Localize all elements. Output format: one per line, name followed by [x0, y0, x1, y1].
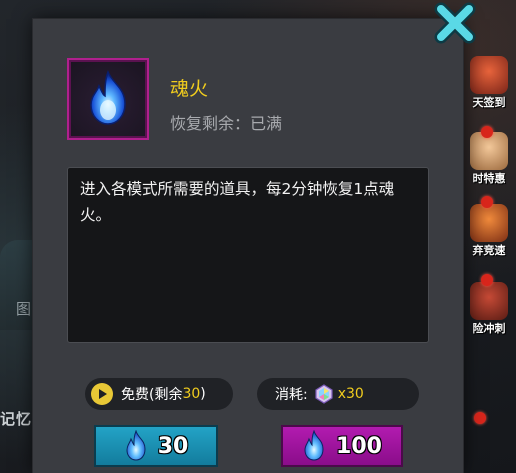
notification-dot — [474, 412, 486, 424]
background-memory-label: 记忆 — [0, 410, 33, 428]
cost-info: 消耗: x30 — [257, 378, 419, 410]
paid-button-value: 100 — [336, 433, 382, 459]
close-x-icon — [434, 2, 476, 44]
notification-dot — [481, 196, 493, 208]
rainbow-gem-icon — [315, 384, 333, 404]
play-video-icon — [91, 383, 113, 405]
side-menu-race[interactable]: 弃竞速 — [462, 204, 516, 258]
blue-flame-icon — [304, 430, 324, 461]
recover-label: 恢复剩余： — [170, 114, 251, 133]
free-button-value: 30 — [157, 433, 189, 459]
side-menu-timed-offer[interactable]: 时特惠 — [462, 132, 516, 186]
calendar-gift-icon — [470, 56, 508, 94]
notification-dot — [481, 274, 493, 286]
side-menu-checkin[interactable]: 天签到 — [462, 56, 516, 110]
recover-status: 恢复剩余：已满 — [170, 110, 282, 134]
character-portrait-icon — [470, 132, 508, 170]
cost-amount: x30 — [337, 386, 364, 402]
cost-label: 消耗: — [275, 387, 308, 403]
recover-value: 已满 — [250, 114, 283, 133]
free-count: 30 — [182, 386, 201, 402]
free-refill-button[interactable]: 30 — [94, 425, 218, 467]
side-menu-adventure[interactable]: 险冲刺 — [462, 282, 516, 336]
item-description: 进入各模式所需要的道具，每2分钟恢复1点魂火。 — [80, 180, 395, 224]
side-menu-label: 弃竞速 — [472, 244, 506, 257]
close-button[interactable] — [432, 0, 478, 46]
free-label: 免费(剩余 — [121, 387, 183, 403]
item-icon-frame — [67, 58, 149, 140]
blue-flame-icon — [126, 430, 146, 461]
paid-refill-button[interactable]: 100 — [281, 425, 403, 467]
free-refill-info: 免费(剩余 30) — [85, 378, 233, 410]
description-box: 进入各模式所需要的道具，每2分钟恢复1点魂火。 — [67, 167, 429, 343]
blue-flame-icon — [90, 69, 126, 125]
side-menu-label: 天签到 — [472, 96, 506, 109]
notification-dot — [481, 126, 493, 138]
adventure-chest-icon — [470, 282, 508, 320]
side-menu-label: 险冲刺 — [472, 322, 506, 335]
free-suffix: ) — [200, 386, 206, 402]
background-figure-label: 图 — [16, 300, 32, 318]
item-name: 魂火 — [170, 78, 209, 100]
fire-race-icon — [470, 204, 508, 242]
side-menu-label: 时特惠 — [472, 172, 506, 185]
